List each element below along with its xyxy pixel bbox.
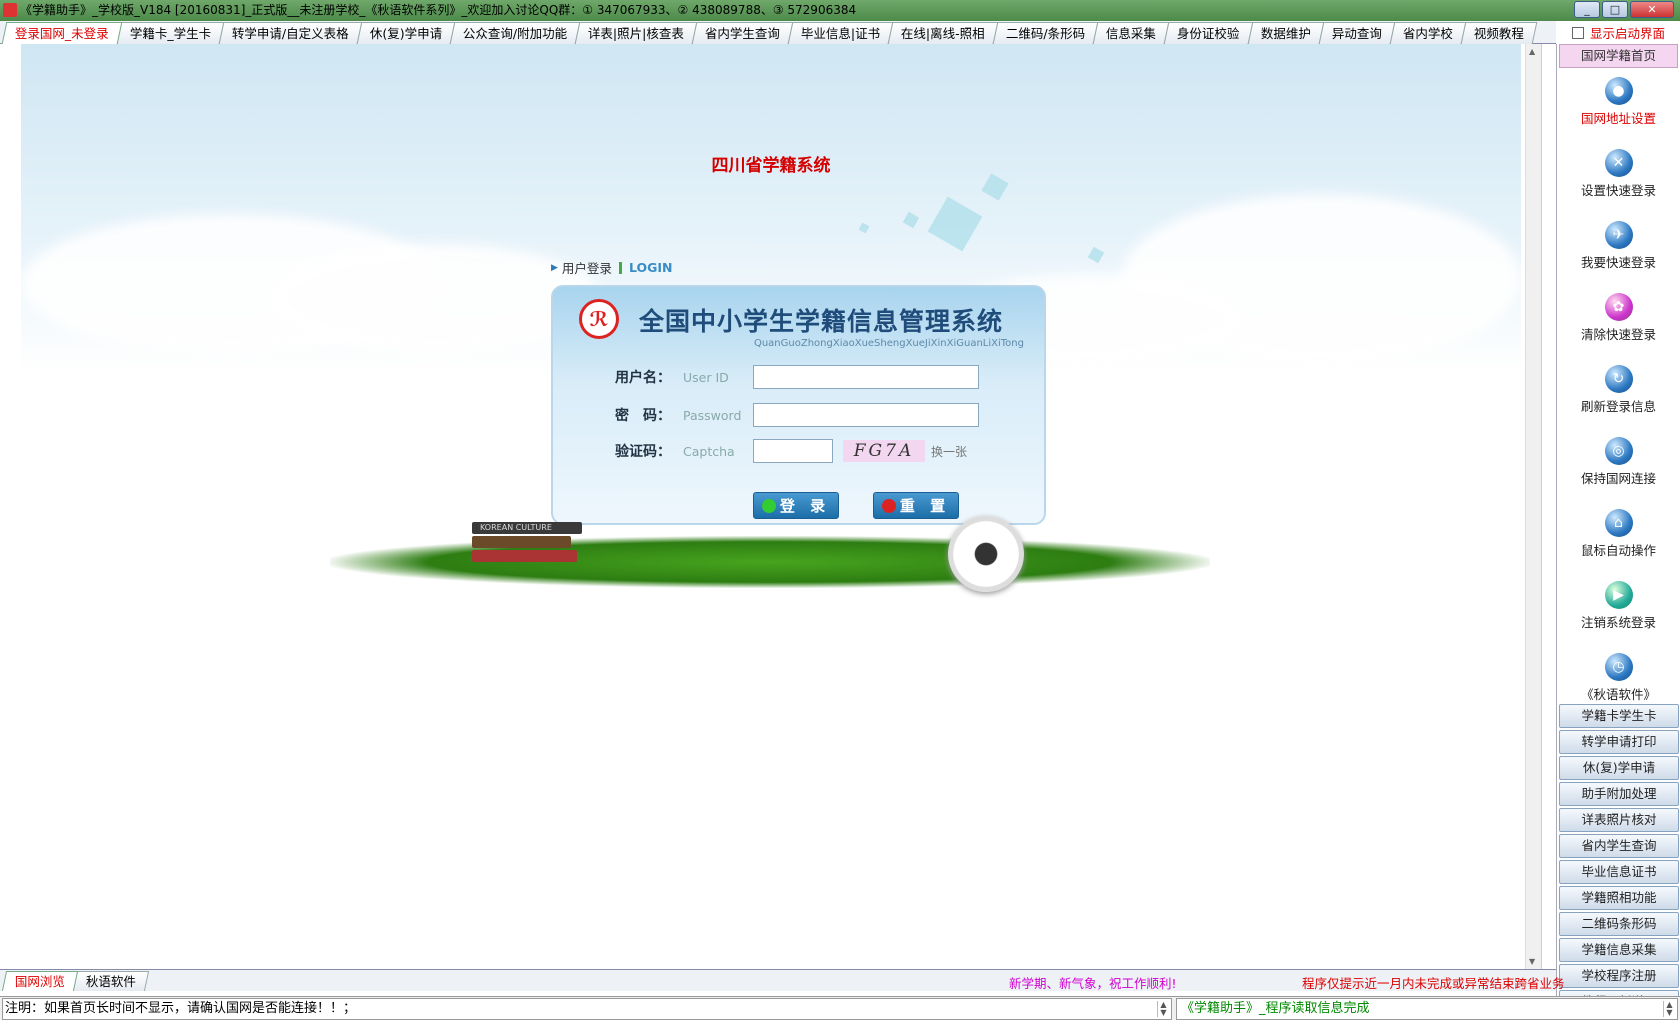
suspension-button[interactable]: 休(复)学申请: [1559, 756, 1679, 780]
graduation-button[interactable]: 毕业信息证书: [1559, 860, 1679, 884]
province-query-button[interactable]: 省内学生查询: [1559, 834, 1679, 858]
plane-icon: ✈: [1604, 221, 1633, 249]
web-view: 四川省学籍系统 ▶ 用户登录 LOGIN ℛ 全国中小学生学籍信息管理系统 Qu…: [0, 44, 1542, 969]
sidebar-button-group: 学籍卡学生卡 转学申请打印 休(复)学申请 助手附加处理 详表照片核对 省内学生…: [1557, 704, 1680, 1016]
sidebar-item-quick-login[interactable]: ✈ 我要快速登录: [1557, 221, 1680, 284]
assistant-extra-button[interactable]: 助手附加处理: [1559, 782, 1679, 806]
tab-qiuyu[interactable]: 秋语软件: [72, 971, 150, 991]
reset-button[interactable]: 重 置: [873, 492, 959, 519]
login-button[interactable]: 登 录: [753, 492, 839, 519]
maximize-icon[interactable]: □: [1602, 1, 1628, 18]
tools-icon: ✕: [1604, 149, 1633, 177]
notice-text: 程序仅提示近一月内未完成或异常结束跨省业务: [1302, 976, 1565, 991]
tab-province-student[interactable]: 省内学生查询: [691, 22, 794, 44]
butterfly-icon: ✿: [1604, 293, 1633, 321]
sidebar-header[interactable]: 国网学籍首页: [1559, 44, 1678, 68]
password-label: 密 码：: [615, 408, 671, 424]
tab-transfer[interactable]: 转学申请/自定义表格: [218, 22, 363, 44]
info-collect-button[interactable]: 学籍信息采集: [1559, 938, 1679, 962]
grass-decoration: [330, 536, 1210, 588]
arrow-icon: ▶: [551, 262, 558, 273]
tab-student-card[interactable]: 学籍卡_学生卡: [116, 22, 225, 44]
mouse-icon: ⌂: [1604, 509, 1633, 537]
close-icon[interactable]: ✕: [1630, 1, 1674, 18]
cup-decoration: [948, 516, 1024, 592]
captcha-image[interactable]: FG7A: [843, 440, 925, 462]
network-icon: ◎: [1604, 437, 1633, 465]
status-note: 注明：如果首页长时间不显示，请确认国网是否能连接！！； ▲ ▼: [2, 998, 1172, 1020]
autostart-toggle[interactable]: 显示启动界面: [1572, 23, 1665, 42]
photo-function-button[interactable]: 学籍照相功能: [1559, 886, 1679, 910]
tab-login[interactable]: 登录国网_未登录: [1, 22, 123, 44]
sidebar-item-keep-connection[interactable]: ◎ 保持国网连接: [1557, 437, 1680, 500]
status-bar: 注明：如果首页长时间不显示，请确认国网是否能连接！！； ▲ ▼ 《学籍助手》_程序…: [0, 996, 1680, 1020]
captcha-hint: Captcha: [683, 443, 735, 459]
sidebar-item-mouse-auto[interactable]: ⌂ 鼠标自动操作: [1557, 509, 1680, 572]
sidebar-item-address-setting[interactable]: ● 国网地址设置: [1557, 77, 1680, 140]
sidebar-item-set-quick-login[interactable]: ✕ 设置快速登录: [1557, 149, 1680, 212]
qrcode-button[interactable]: 二维码条形码: [1559, 912, 1679, 936]
tab-qrcode[interactable]: 二维码/条形码: [992, 22, 1099, 44]
tab-public-query[interactable]: 公众查询/附加功能: [449, 22, 581, 44]
tab-province-school[interactable]: 省内学校: [1389, 22, 1467, 44]
clock-icon: ◷: [1604, 653, 1633, 681]
password-hint: Password: [683, 407, 742, 423]
app-icon: [3, 3, 17, 17]
student-card-button[interactable]: 学籍卡学生卡: [1559, 704, 1679, 728]
tab-data-maintain[interactable]: 数据维护: [1247, 22, 1325, 44]
register-button[interactable]: 学校程序注册: [1559, 964, 1679, 988]
main-tab-bar: 登录国网_未登录 学籍卡_学生卡 转学申请/自定义表格 休(复)学申请 公众查询…: [0, 21, 1556, 44]
cancel-icon: [881, 499, 896, 513]
check-icon: [761, 499, 776, 513]
transfer-print-button[interactable]: 转学申请打印: [1559, 730, 1679, 754]
site-title: 四川省学籍系统: [711, 156, 831, 176]
window-title: 《学籍助手》_学校版_V184 [20160831]_正式版__未注册学校_《秋…: [20, 3, 857, 17]
tab-change-query[interactable]: 异动查询: [1318, 22, 1396, 44]
panel-pinyin: QuanGuoZhongXiaoXueShengXueJiXinXiGuanLi…: [753, 338, 1024, 349]
login-panel: ℛ 全国中小学生学籍信息管理系统 QuanGuoZhongXiaoXueShen…: [551, 285, 1046, 525]
tab-graduation[interactable]: 毕业信息|证书: [787, 22, 894, 44]
password-row: 密 码： Password: [615, 403, 979, 427]
sidebar-item-logout[interactable]: ▶ 注销系统登录: [1557, 581, 1680, 644]
captcha-input[interactable]: [753, 439, 833, 463]
captcha-label: 验证码：: [615, 444, 671, 460]
password-input[interactable]: [753, 403, 979, 427]
refresh-icon: ↻: [1604, 365, 1633, 393]
emblem-logo: ℛ: [579, 299, 619, 339]
play-icon: ▶: [1604, 581, 1633, 609]
spin-icon[interactable]: ▲ ▼: [1663, 1001, 1675, 1017]
spin-icon[interactable]: ▲ ▼: [1157, 1001, 1169, 1017]
tab-info-collect[interactable]: 信息采集: [1093, 22, 1170, 44]
username-hint: User ID: [683, 369, 729, 385]
tab-photo[interactable]: 在线|离线-照相: [888, 22, 999, 44]
status-message: 《学籍助手》_程序读取信息完成 ▲ ▼: [1176, 998, 1678, 1020]
photo-check-button[interactable]: 详表照片核对: [1559, 808, 1679, 832]
scroll-up-icon[interactable]: ▲: [1529, 47, 1535, 56]
tab-video-tutorial[interactable]: 视频教程: [1460, 22, 1538, 44]
captcha-refresh-link[interactable]: 换一张: [931, 443, 967, 460]
window-controls: _ □ ✕: [1574, 1, 1674, 18]
right-sidebar: 国网学籍首页 ● 国网地址设置 ✕ 设置快速登录 ✈ 我要快速登录 ✿ 清除快速…: [1556, 44, 1680, 1020]
panel-title: 全国中小学生学籍信息管理系统: [639, 307, 1004, 336]
sidebar-item-clear-quick-login[interactable]: ✿ 清除快速登录: [1557, 293, 1680, 356]
username-label: 用户名：: [615, 370, 671, 386]
login-heading: ▶ 用户登录 LOGIN: [551, 260, 673, 276]
minimize-icon[interactable]: _: [1574, 1, 1600, 18]
books-decoration: KOREAN CULTURE: [472, 522, 582, 564]
tab-suspension[interactable]: 休(复)学申请: [356, 22, 456, 44]
vertical-scrollbar[interactable]: ▲ ▼: [1525, 44, 1541, 969]
username-input[interactable]: [753, 365, 979, 389]
greeting-text: 新学期、新气象，祝工作顺利!: [1009, 976, 1177, 991]
autostart-label: 显示启动界面: [1590, 26, 1666, 41]
tab-browse[interactable]: 国网浏览: [1, 971, 79, 991]
sidebar-item-refresh-login[interactable]: ↻ 刷新登录信息: [1557, 365, 1680, 428]
captcha-row: 验证码： Captcha FG7A 换一张: [615, 439, 967, 463]
globe-icon: ●: [1604, 77, 1633, 105]
username-row: 用户名： User ID: [615, 365, 979, 389]
autostart-checkbox[interactable]: [1572, 26, 1584, 39]
tab-details-photo[interactable]: 详表|照片|核查表: [574, 22, 698, 44]
title-bar: 《学籍助手》_学校版_V184 [20160831]_正式版__未注册学校_《秋…: [0, 0, 1680, 21]
tab-id-check[interactable]: 身份证校验: [1164, 22, 1254, 44]
scroll-down-icon[interactable]: ▼: [1529, 957, 1535, 966]
